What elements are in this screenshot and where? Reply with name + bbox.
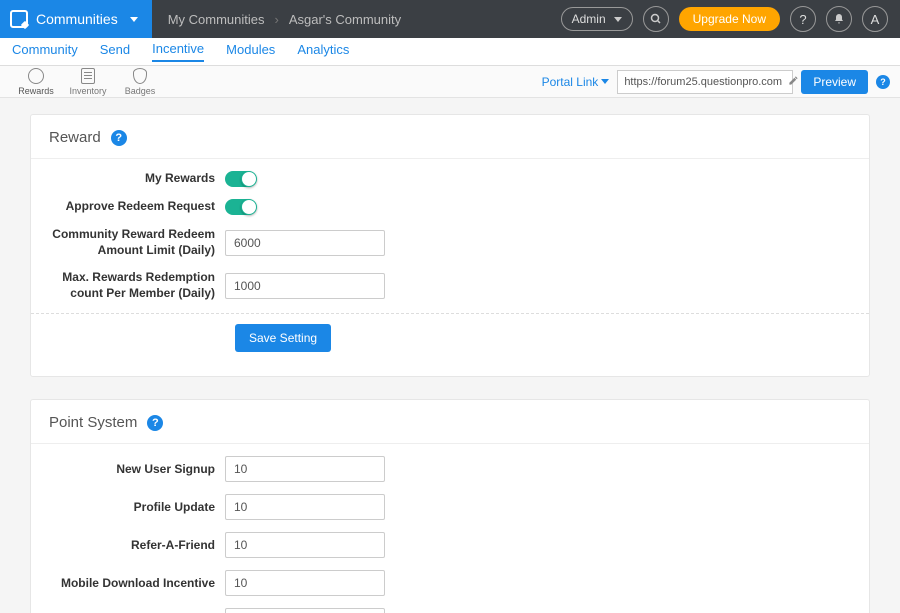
nav-analytics[interactable]: Analytics xyxy=(297,42,349,61)
points-help-icon[interactable]: ? xyxy=(147,415,163,431)
tab-rewards-label: Rewards xyxy=(18,86,54,96)
nav-incentive[interactable]: Incentive xyxy=(152,41,204,62)
tab-badges-label: Badges xyxy=(125,86,156,96)
upgrade-button[interactable]: Upgrade Now xyxy=(679,7,780,31)
bell-icon xyxy=(833,13,845,25)
points-card-header: Point System ? xyxy=(31,400,869,444)
breadcrumb-my-communities[interactable]: My Communities xyxy=(168,12,265,27)
limit-row: Community Reward Redeem Amount Limit (Da… xyxy=(49,227,851,258)
signup-row: New User Signup xyxy=(49,456,851,482)
preview-button[interactable]: Preview xyxy=(801,70,868,94)
reward-card-body: My Rewards Approve Redeem Request Commun… xyxy=(31,159,869,376)
admin-label: Admin xyxy=(572,12,606,26)
profile-row: Profile Update xyxy=(49,494,851,520)
approve-toggle[interactable] xyxy=(225,199,255,215)
approve-row: Approve Redeem Request xyxy=(49,199,851,215)
reward-help-icon[interactable]: ? xyxy=(111,130,127,146)
topbar: Communities My Communities › Asgar's Com… xyxy=(0,0,900,38)
birthday-input[interactable] xyxy=(225,608,385,613)
nav-community[interactable]: Community xyxy=(12,42,78,61)
my-rewards-label: My Rewards xyxy=(49,171,225,187)
main-nav: Community Send Incentive Modules Analyti… xyxy=(0,38,900,66)
subtool-right: Portal Link https://forum25.questionpro.… xyxy=(542,70,890,94)
signup-input[interactable] xyxy=(225,456,385,482)
my-rewards-toggle[interactable] xyxy=(225,171,255,187)
list-icon xyxy=(81,68,95,84)
content-area: Reward ? My Rewards Approve Redeem Reque… xyxy=(0,98,900,613)
signup-label: New User Signup xyxy=(49,462,225,478)
avatar[interactable]: A xyxy=(862,6,888,32)
mobile-input[interactable] xyxy=(225,570,385,596)
portal-link-label: Portal Link xyxy=(542,75,599,89)
trophy-icon xyxy=(133,68,147,84)
reward-title: Reward xyxy=(49,129,101,146)
sub-toolbar: Rewards Inventory Badges Portal Link htt… xyxy=(0,66,900,98)
nav-send[interactable]: Send xyxy=(100,42,130,61)
profile-label: Profile Update xyxy=(49,500,225,516)
mobile-label: Mobile Download Incentive xyxy=(49,576,225,592)
profile-input[interactable] xyxy=(225,494,385,520)
brand-logo-icon xyxy=(10,10,28,28)
points-title: Point System xyxy=(49,414,137,431)
refer-input[interactable] xyxy=(225,532,385,558)
tab-badges[interactable]: Badges xyxy=(114,68,166,96)
tab-rewards[interactable]: Rewards xyxy=(10,68,62,96)
refer-label: Refer-A-Friend xyxy=(49,538,225,554)
birthday-row: Birthday xyxy=(49,608,851,613)
search-button[interactable] xyxy=(643,6,669,32)
dollar-circle-icon xyxy=(28,68,44,84)
search-icon xyxy=(650,13,662,25)
breadcrumb: My Communities › Asgar's Community xyxy=(152,12,417,27)
chevron-right-icon: › xyxy=(275,12,279,27)
help-button[interactable]: ? xyxy=(790,6,816,32)
breadcrumb-current: Asgar's Community xyxy=(289,12,401,27)
reward-actions: Save Setting xyxy=(49,324,851,368)
caret-down-icon xyxy=(130,17,138,22)
mobile-row: Mobile Download Incentive xyxy=(49,570,851,596)
nav-modules[interactable]: Modules xyxy=(226,42,275,61)
question-icon: ? xyxy=(799,12,806,27)
approve-label: Approve Redeem Request xyxy=(49,199,225,215)
limit-input[interactable] xyxy=(225,230,385,256)
admin-menu[interactable]: Admin xyxy=(561,7,633,31)
notifications-button[interactable] xyxy=(826,6,852,32)
maxcount-row: Max. Rewards Redemption count Per Member… xyxy=(49,270,851,301)
reward-card-header: Reward ? xyxy=(31,115,869,159)
help-icon[interactable]: ? xyxy=(876,75,890,89)
tab-inventory[interactable]: Inventory xyxy=(62,68,114,96)
caret-down-icon xyxy=(614,17,622,22)
topbar-right: Admin Upgrade Now ? A xyxy=(561,6,900,32)
maxcount-input[interactable] xyxy=(225,273,385,299)
maxcount-label: Max. Rewards Redemption count Per Member… xyxy=(49,270,225,301)
refer-row: Refer-A-Friend xyxy=(49,532,851,558)
save-setting-button[interactable]: Save Setting xyxy=(235,324,331,352)
limit-label: Community Reward Redeem Amount Limit (Da… xyxy=(49,227,225,258)
points-card: Point System ? New User Signup Profile U… xyxy=(30,399,870,613)
portal-url-box: https://forum25.questionpro.com xyxy=(617,70,793,94)
avatar-letter: A xyxy=(871,12,880,27)
points-card-body: New User Signup Profile Update Refer-A-F… xyxy=(31,444,869,613)
reward-card: Reward ? My Rewards Approve Redeem Reque… xyxy=(30,114,870,377)
caret-down-icon xyxy=(601,79,609,84)
edit-url-button[interactable] xyxy=(788,75,799,89)
portal-link-dropdown[interactable]: Portal Link xyxy=(542,75,610,89)
brand-label: Communities xyxy=(36,11,118,27)
my-rewards-row: My Rewards xyxy=(49,171,851,187)
divider xyxy=(31,313,869,314)
portal-url-text: https://forum25.questionpro.com xyxy=(624,76,782,88)
tab-inventory-label: Inventory xyxy=(69,86,106,96)
brand-menu[interactable]: Communities xyxy=(0,0,152,38)
pencil-icon xyxy=(788,75,799,86)
